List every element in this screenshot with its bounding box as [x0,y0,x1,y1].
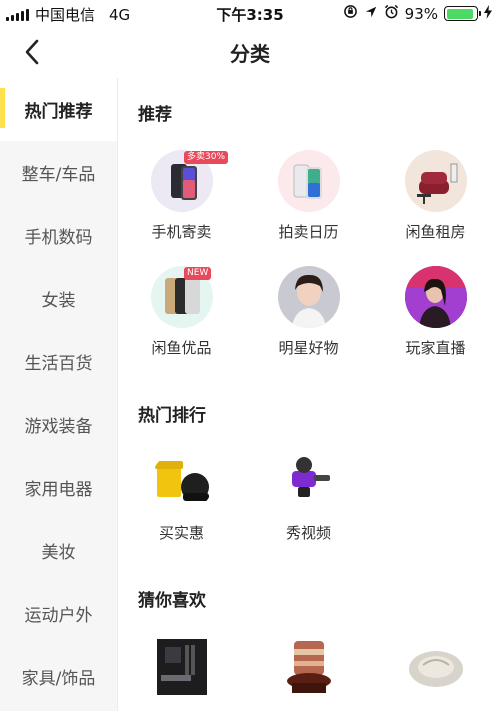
grid-item-auction-calendar[interactable]: 拍卖日历 [245,150,372,242]
grid-item-phone-consign[interactable]: 多卖30% 手机寄卖 [118,150,245,242]
status-right: 93% [343,4,492,23]
discount-badge: 多卖30% [184,151,229,164]
category-content: 推荐 多卖30% 手机寄卖 拍卖日历 闲鱼租房 NEW 闲鱼优品 明星好物 玩家… [118,78,500,711]
section-title-recommend: 推荐 [138,105,172,125]
grid-item-youpin[interactable]: NEW 闲鱼优品 [118,266,245,358]
grid-item-label: 闲鱼租房 [405,223,466,241]
grid-item-rent-house[interactable]: 闲鱼租房 [372,150,499,242]
stone-carving-image [277,635,340,697]
rent-house-image [404,150,467,212]
sidebar-item-sports[interactable]: 运动户外 [0,582,117,645]
sidebar-item-digital[interactable]: 手机数码 [0,204,117,267]
grid-item-label: 闲鱼优品 [151,339,212,357]
new-badge: NEW [184,267,212,280]
grid-item-live-stream[interactable]: 玩家直播 [372,266,499,358]
sidebar-item-appliances[interactable]: 家用电器 [0,456,117,519]
sidebar-item-games[interactable]: 游戏装备 [0,393,117,456]
sidebar-item-label: 整车/车品 [21,165,96,185]
page-title: 分类 [230,42,270,66]
grid-item-bargain[interactable]: 买实惠 [118,451,245,543]
battery-percent: 93% [404,4,438,23]
show-video-image [277,451,340,513]
sidebar-item-womens[interactable]: 女装 [0,267,117,330]
grid-item-label: 玩家直播 [405,339,466,357]
sidebar-item-label: 游戏装备 [24,417,93,437]
location-icon [364,5,378,23]
grid-item-motherboard[interactable] [118,635,245,697]
nav-bar: 分类 [0,26,500,78]
grid-item-show-video[interactable]: 秀视频 [245,451,372,543]
oyster-image [404,635,467,697]
battery-icon [444,6,481,21]
grid-item-label: 秀视频 [285,524,331,542]
grid-item-label: 拍卖日历 [278,223,339,241]
rotation-lock-icon [343,4,358,23]
charging-icon [484,4,492,23]
grid-item-label: 手机寄卖 [151,223,212,241]
grid-item-oyster[interactable] [372,635,499,697]
status-bar: 中国电信 4G 下午3:35 93% [0,0,500,26]
sidebar-item-label: 女装 [41,291,76,311]
grid-item-label: 买实惠 [158,524,204,542]
category-sidebar: 热门推荐 整车/车品 手机数码 女装 生活百货 游戏装备 家用电器 美妆 运动户… [0,78,118,711]
sidebar-item-furniture[interactable]: 家具/饰品 [0,645,117,708]
grid-item-label: 明星好物 [278,339,339,357]
sidebar-item-hot[interactable]: 热门推荐 [0,78,117,141]
live-stream-image [404,266,467,328]
section-title-hot-ranking: 热门排行 [138,406,206,426]
sidebar-item-label: 生活百货 [24,354,93,374]
sidebar-item-beauty[interactable]: 美妆 [0,519,117,582]
alarm-icon [384,4,399,23]
grid-item-stone-carving[interactable] [245,635,372,697]
sidebar-item-vehicles[interactable]: 整车/车品 [0,141,117,204]
section-title-guess-you-like: 猜你喜欢 [138,591,206,611]
sidebar-item-label: 美妆 [41,543,76,563]
motherboard-image [150,635,213,697]
sidebar-item-label: 手机数码 [24,228,93,248]
sidebar-item-label: 热门推荐 [24,102,93,122]
sidebar-item-label: 家用电器 [24,480,93,500]
sidebar-item-daily[interactable]: 生活百货 [0,330,117,393]
auction-calendar-image [277,150,340,212]
star-goods-image [277,266,340,328]
grid-item-star-goods[interactable]: 明星好物 [245,266,372,358]
sidebar-item-label: 运动户外 [24,606,93,626]
sidebar-item-label: 家具/饰品 [21,669,96,689]
bargain-image [150,451,213,513]
